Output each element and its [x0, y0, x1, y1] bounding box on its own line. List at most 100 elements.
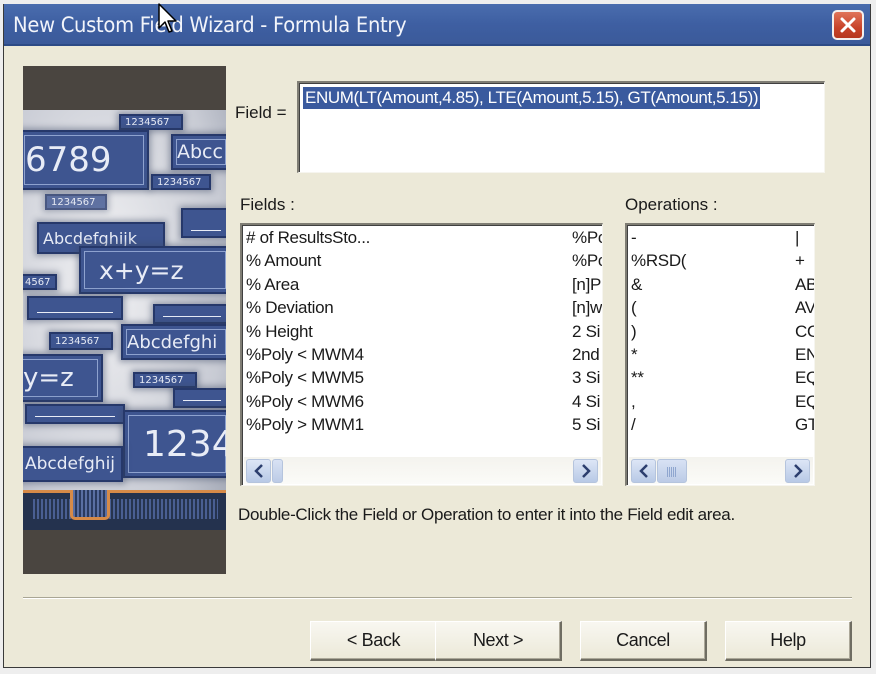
list-item-primary[interactable]: - [631, 228, 637, 248]
list-item-primary[interactable]: * [631, 345, 638, 365]
chevron-left-icon [253, 464, 263, 478]
list-item-primary[interactable]: , [631, 392, 636, 412]
list-item-primary[interactable]: %Poly < MWM5 [246, 368, 364, 388]
list-item[interactable]: # of ResultsSto... %Pc [246, 228, 602, 251]
wizard-side-image: 1234567 6789 Abcc 1234567 1234567 Abcdef… [23, 66, 226, 574]
list-item-secondary[interactable]: EN [795, 345, 814, 365]
list-item-secondary[interactable]: %Pc [572, 228, 602, 248]
list-item-secondary[interactable]: AV [795, 298, 814, 318]
list-item[interactable]: / GT [631, 415, 814, 438]
wizard-dialog: New Custom Field Wizard - Formula Entry … [3, 4, 871, 668]
next-button[interactable]: Next > [435, 621, 562, 661]
list-item[interactable]: - | [631, 228, 814, 251]
list-item-primary[interactable]: % Deviation [246, 298, 334, 318]
operations-listbox[interactable]: -|%RSD(+&AB(AV)CO*EN**EQ,EQ/GT [625, 223, 815, 486]
image-tile: y=z [23, 354, 103, 402]
list-item-primary[interactable]: % Height [246, 322, 313, 342]
field-formula-value[interactable]: ENUM(LT(Amount,4.85), LTE(Amount,5.15), … [303, 87, 761, 109]
list-item[interactable]: % Deviation [n]w [246, 298, 602, 321]
list-item[interactable]: * EN [631, 345, 814, 368]
list-item-secondary[interactable]: 4 Si [572, 392, 600, 412]
operations-horizontal-scrollbar[interactable] [629, 457, 813, 484]
list-item-secondary[interactable]: 3 Si [572, 368, 600, 388]
list-item-primary[interactable]: %Poly < MWM6 [246, 392, 364, 412]
list-item-secondary[interactable]: + [795, 251, 805, 271]
list-item-primary[interactable]: ( [631, 298, 637, 318]
hint-text: Double-Click the Field or Operation to e… [238, 505, 735, 524]
list-item-primary[interactable]: % Amount [246, 251, 321, 271]
footer-separator [23, 597, 852, 599]
fields-horizontal-scrollbar[interactable] [244, 457, 601, 484]
field-formula-input[interactable]: ENUM(LT(Amount,4.85), LTE(Amount,5.15), … [297, 81, 825, 173]
list-item-primary[interactable]: & [631, 275, 642, 295]
list-item[interactable]: ** EQ [631, 368, 814, 391]
chevron-right-icon [581, 464, 591, 478]
image-tile: 4567 [23, 274, 57, 290]
scroll-thumb[interactable] [657, 459, 687, 483]
list-item-secondary[interactable]: 5 Si [572, 415, 600, 435]
list-item-primary[interactable]: %RSD( [631, 251, 686, 271]
image-tile: 1234567 [133, 372, 197, 388]
image-tile [27, 296, 123, 320]
list-item-secondary[interactable]: CO [795, 322, 814, 342]
image-tile: Abcdefghij [23, 446, 123, 482]
image-tile: 1234567 [49, 332, 113, 350]
fields-listbox[interactable]: # of ResultsSto... %Pc % Amount %Pc % Area [n… [240, 223, 603, 486]
list-item-secondary[interactable]: EQ [795, 368, 814, 388]
list-item-secondary[interactable]: 2 Si [572, 322, 600, 342]
list-item[interactable]: %Poly < MWM4 2nd [246, 345, 602, 368]
close-button[interactable] [832, 10, 864, 40]
image-tile: 1234567 [119, 114, 183, 130]
title-bar[interactable]: New Custom Field Wizard - Formula Entry [4, 4, 870, 46]
list-item-secondary[interactable]: EQ [795, 392, 814, 412]
scroll-right-button[interactable] [573, 459, 598, 483]
list-item-primary[interactable]: % Area [246, 275, 299, 295]
image-tile: 6789 [23, 130, 149, 190]
list-item-primary[interactable]: %Poly > MWM1 [246, 415, 364, 435]
list-item[interactable]: % Amount %Pc [246, 251, 602, 274]
image-tile: Abcc [171, 134, 226, 170]
chevron-right-icon [793, 464, 803, 478]
image-tile: 1234 [123, 410, 226, 478]
list-item-primary[interactable]: %Poly < MWM4 [246, 345, 364, 365]
list-item-primary[interactable]: ) [631, 322, 637, 342]
image-tile: x+y=z [79, 246, 226, 294]
image-tile: Abcdefghi [121, 324, 226, 360]
image-tile: 1234567 [45, 194, 107, 210]
list-item[interactable]: , EQ [631, 392, 814, 415]
fields-label: Fields : [240, 195, 295, 214]
list-item-secondary[interactable]: AB [795, 275, 814, 295]
list-item-secondary[interactable]: [n]w [572, 298, 602, 318]
close-icon [840, 17, 856, 33]
list-item[interactable]: %Poly < MWM5 3 Si [246, 368, 602, 391]
list-item[interactable]: % Area [n]P [246, 275, 602, 298]
scroll-left-button[interactable] [246, 459, 271, 483]
list-item[interactable]: %Poly < MWM6 4 Si [246, 392, 602, 415]
list-item-secondary[interactable]: 2nd [572, 345, 600, 365]
list-item[interactable]: & AB [631, 275, 814, 298]
list-item[interactable]: ( AV [631, 298, 814, 321]
list-item[interactable]: %RSD( + [631, 251, 814, 274]
field-label: Field = [235, 103, 287, 122]
list-item[interactable]: %Poly > MWM1 5 Si [246, 415, 602, 438]
list-item-secondary[interactable]: [n]P [572, 275, 601, 295]
list-item-primary[interactable]: # of ResultsSto... [246, 228, 370, 248]
list-item-primary[interactable]: ** [631, 368, 644, 388]
cancel-button[interactable]: Cancel [580, 621, 707, 661]
operations-label: Operations : [625, 195, 718, 214]
list-item-secondary[interactable]: GT [795, 415, 814, 435]
list-item-primary[interactable]: / [631, 415, 636, 435]
list-item[interactable]: ) CO [631, 322, 814, 345]
list-item[interactable]: % Height 2 Si [246, 322, 602, 345]
scroll-left-button[interactable] [631, 459, 656, 483]
help-button[interactable]: Help [725, 621, 852, 661]
back-button[interactable]: < Back [310, 621, 438, 661]
side-image-bar [23, 490, 226, 530]
list-item-secondary[interactable]: | [795, 228, 799, 248]
list-item-secondary[interactable]: %Pc [572, 251, 602, 271]
window-title: New Custom Field Wizard - Formula Entry [13, 13, 407, 37]
image-tile [25, 404, 125, 424]
chevron-left-icon [638, 464, 648, 478]
scroll-right-button[interactable] [785, 459, 810, 483]
scroll-thumb[interactable] [272, 459, 283, 483]
